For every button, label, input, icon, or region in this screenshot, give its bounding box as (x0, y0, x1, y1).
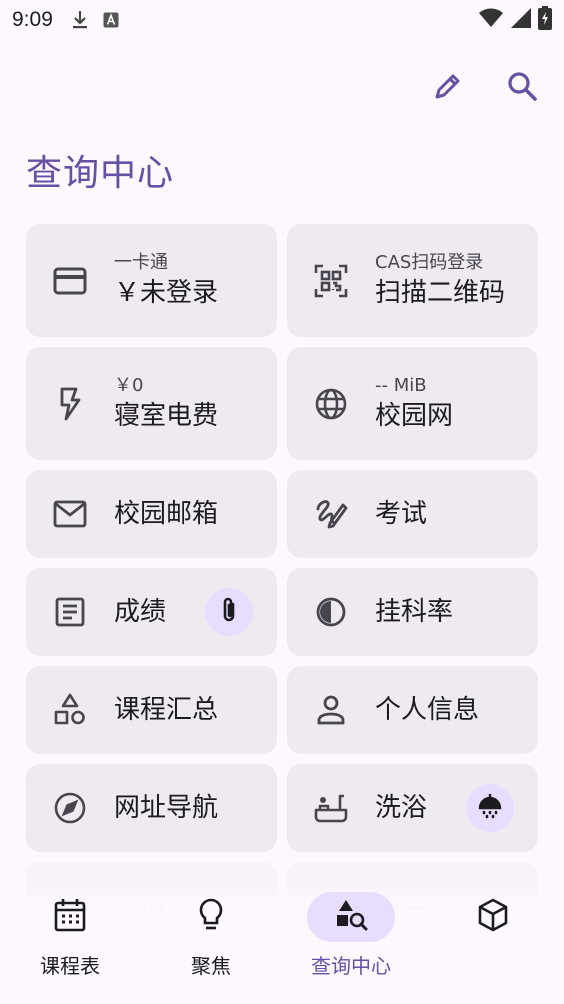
page-title: 查询中心 (26, 153, 175, 194)
paperclip-icon (219, 596, 239, 628)
font-a-icon (103, 12, 119, 28)
campus-card-balance-label: 一卡通 (114, 251, 168, 273)
person-icon (313, 692, 349, 728)
course-summary-label: 课程汇总 (114, 695, 219, 725)
lightbulb-icon (198, 898, 224, 936)
shapes-icon (52, 692, 88, 728)
credit-card-icon (52, 263, 88, 299)
signal-icon (510, 7, 532, 34)
download-icon (71, 10, 89, 30)
nav-more[interactable] (443, 892, 543, 950)
status-time: 9:09 (12, 8, 53, 31)
bottom-navigation: 课程表 聚焦 查询中心 (0, 884, 564, 1004)
nav-query-center-label: 查询中心 (311, 954, 391, 978)
card-exams[interactable]: 考试 (287, 470, 538, 558)
bathing-shower-badge[interactable] (466, 784, 514, 832)
pencil-icon (432, 70, 464, 106)
nav-query-center[interactable]: 查询中心 (301, 892, 401, 979)
search-icon (506, 70, 538, 106)
card-cas-scan[interactable]: CAS扫码登录 扫描二维码 (287, 224, 538, 337)
globe-icon (313, 386, 349, 422)
shower-icon (477, 792, 503, 824)
mail-icon (52, 496, 88, 532)
card-campus-network[interactable]: -- MiB 校园网 (287, 347, 538, 460)
lightning-bolt-icon (52, 386, 88, 422)
status-right (478, 5, 552, 35)
card-grades[interactable]: 成绩 (26, 568, 277, 656)
card-personal-info[interactable]: 个人信息 (287, 666, 538, 754)
search-button[interactable] (500, 66, 544, 110)
edit-button[interactable] (426, 66, 470, 110)
card-dorm-electricity[interactable]: ￥0 寝室电费 (26, 347, 277, 460)
nav-focus-pill (167, 892, 255, 942)
electricity-balance: ￥0 (114, 374, 144, 396)
exams-label: 考试 (375, 499, 428, 529)
dorm-electricity-label: 寝室电费 (114, 400, 219, 431)
campus-card-balance: ￥未登录 (114, 277, 219, 308)
query-grid: 一卡通 ￥未登录 CAS扫码登录 扫描二维码 ￥0 寝室电费 -- MiB 校园… (26, 224, 538, 985)
nav-query-center-pill (307, 892, 395, 942)
grades-label: 成绩 (114, 597, 167, 627)
cas-login-label: CAS扫码登录 (375, 251, 484, 273)
qr-code-scan-icon (313, 263, 349, 299)
half-circle-icon (313, 594, 349, 630)
nav-schedule[interactable]: 课程表 (20, 892, 120, 979)
bathing-label: 洗浴 (375, 793, 428, 823)
card-web-navigation[interactable]: 网址导航 (26, 764, 277, 852)
pen-scribble-icon (313, 496, 349, 532)
web-navigation-label: 网址导航 (114, 793, 219, 823)
calendar-icon (54, 898, 86, 936)
card-campus-card[interactable]: 一卡通 ￥未登录 (26, 224, 277, 337)
document-list-icon (52, 594, 88, 630)
personal-info-label: 个人信息 (375, 695, 480, 725)
wifi-icon (478, 8, 504, 33)
campus-mail-label: 校园邮箱 (114, 499, 219, 529)
nav-schedule-label: 课程表 (40, 954, 100, 978)
card-campus-mail[interactable]: 校园邮箱 (26, 470, 277, 558)
compass-icon (52, 790, 88, 826)
top-actions (426, 66, 544, 110)
nav-focus[interactable]: 聚焦 (161, 892, 261, 979)
cube-icon (477, 898, 509, 936)
scan-qr-label: 扫描二维码 (375, 277, 506, 308)
status-bar: 9:09 (0, 0, 564, 40)
bath-icon (313, 790, 349, 826)
card-fail-rate[interactable]: 挂科率 (287, 568, 538, 656)
network-usage: -- MiB (375, 374, 427, 396)
nav-more-pill (449, 892, 537, 942)
campus-network-label: 校园网 (375, 400, 454, 431)
grades-attachment-badge[interactable] (205, 588, 253, 636)
battery-icon (538, 5, 552, 35)
fail-rate-label: 挂科率 (375, 597, 454, 627)
nav-schedule-pill (26, 892, 114, 942)
shapes-search-icon (334, 898, 368, 936)
nav-focus-label: 聚焦 (191, 954, 231, 978)
card-course-summary[interactable]: 课程汇总 (26, 666, 277, 754)
card-bathing[interactable]: 洗浴 (287, 764, 538, 852)
